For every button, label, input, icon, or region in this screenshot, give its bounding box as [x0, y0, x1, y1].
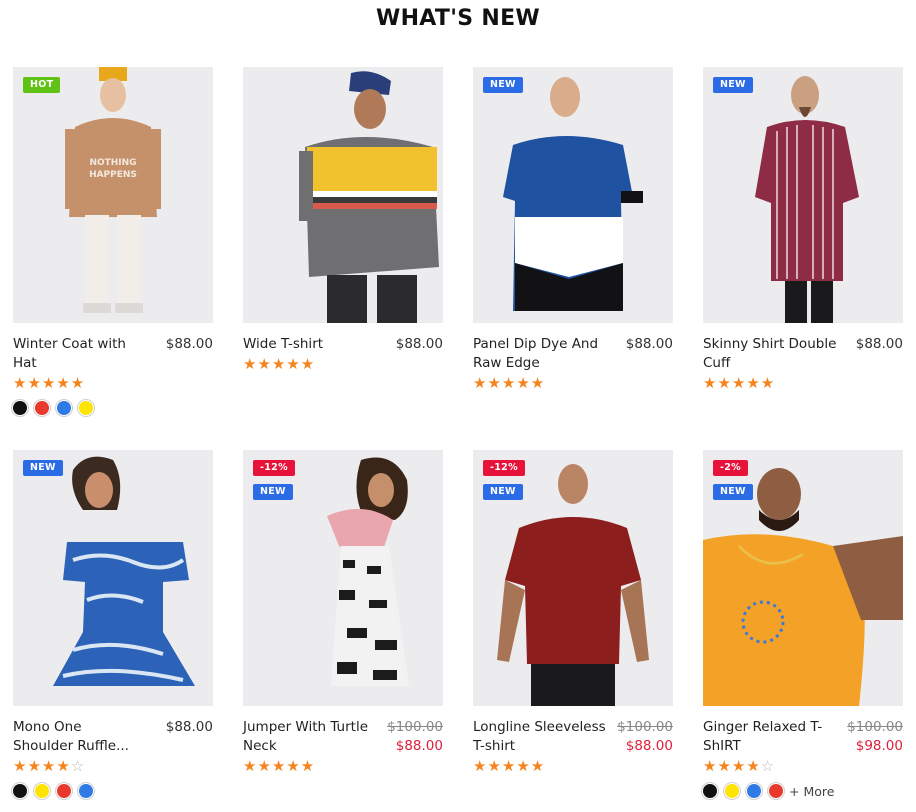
discount-badge: -12%: [483, 460, 525, 476]
product-card[interactable]: NEW Skinny Shirt Double Cuff $88.00 ★★★★…: [703, 67, 903, 391]
swatch-yellow[interactable]: [79, 401, 93, 415]
swatch-yellow[interactable]: [725, 784, 739, 798]
rating-stars: ★★★★☆: [703, 757, 776, 775]
swatch-yellow[interactable]: [35, 784, 49, 798]
swatch-red[interactable]: [35, 401, 49, 415]
model-striped-shirt-illustration: [243, 67, 443, 323]
new-badge: NEW: [483, 484, 523, 500]
swatch-black[interactable]: [703, 784, 717, 798]
rating-stars: ★★★★★: [243, 757, 316, 775]
product-card[interactable]: NEW Mono One Shoulder Ruffle... $88.00 ★…: [13, 450, 213, 800]
swatch-red[interactable]: [769, 784, 783, 798]
color-swatches: + More: [703, 782, 903, 800]
product-name[interactable]: Winter Coat with Hat: [13, 335, 153, 373]
sale-price: $88.00: [625, 738, 673, 754]
rating-stars: ★★★★★: [473, 757, 546, 775]
product-name[interactable]: Ginger Relaxed T-ShIRT: [703, 718, 833, 756]
sale-price: $98.00: [855, 738, 903, 754]
swatch-red[interactable]: [57, 784, 71, 798]
more-colors-link[interactable]: + More: [789, 784, 834, 799]
rating-stars: ★★★★★: [473, 374, 546, 392]
product-name[interactable]: Skinny Shirt Double Cuff: [703, 335, 843, 373]
swatch-blue[interactable]: [747, 784, 761, 798]
product-price: $88.00: [625, 336, 673, 352]
model-tie-dye-dress-illustration: [13, 450, 213, 706]
model-hoodie-illustration: NOTHING HAPPENS: [13, 67, 213, 323]
new-badge: NEW: [253, 484, 293, 500]
product-price: $88.00: [165, 719, 213, 735]
color-swatches: [13, 782, 213, 800]
new-badge: NEW: [23, 460, 63, 476]
discount-badge: -12%: [253, 460, 295, 476]
swatch-black[interactable]: [13, 401, 27, 415]
rating-stars: ★★★★☆: [13, 757, 86, 775]
product-card[interactable]: -2% NEW Ginger Relaxed T-ShIRT $100.00 $…: [703, 450, 903, 800]
discount-badge: -2%: [713, 460, 748, 476]
original-price: $100.00: [847, 719, 903, 735]
original-price: $100.00: [387, 719, 443, 735]
product-image[interactable]: NEW: [13, 450, 213, 706]
svg-text:HAPPENS: HAPPENS: [89, 170, 137, 180]
product-card[interactable]: -12% NEW Longline Sleeveless T-shirt $10…: [473, 450, 673, 774]
product-card[interactable]: NEW Panel Dip Dye And Raw Edge $88.00 ★★…: [473, 67, 673, 391]
product-card[interactable]: Wide T-shirt $88.00 ★★★★★: [243, 67, 443, 372]
model-striped-shirt-red-illustration: [703, 67, 903, 323]
product-name[interactable]: Longline Sleeveless T-shirt: [473, 718, 613, 756]
rating-stars: ★★★★★: [13, 374, 86, 392]
section-title: WHAT'S NEW: [376, 6, 540, 31]
product-image[interactable]: NEW: [473, 67, 673, 323]
product-image[interactable]: -12% NEW: [473, 450, 673, 706]
svg-text:NOTHING: NOTHING: [89, 158, 136, 168]
product-name[interactable]: Panel Dip Dye And Raw Edge: [473, 335, 613, 373]
product-card[interactable]: -12% NEW Jumper With Turtle Neck $100.00…: [243, 450, 443, 774]
product-image[interactable]: -2% NEW: [703, 450, 903, 706]
new-badge: NEW: [483, 77, 523, 93]
product-card[interactable]: NOTHING HAPPENS HOT Winter Coat with Hat…: [13, 67, 213, 417]
product-price: $88.00: [395, 336, 443, 352]
new-badge: NEW: [713, 484, 753, 500]
product-price: $88.00: [855, 336, 903, 352]
color-swatches: [13, 399, 213, 417]
swatch-black[interactable]: [13, 784, 27, 798]
swatch-blue[interactable]: [79, 784, 93, 798]
swatch-blue[interactable]: [57, 401, 71, 415]
product-image[interactable]: NOTHING HAPPENS HOT: [13, 67, 213, 323]
product-name[interactable]: Jumper With Turtle Neck: [243, 718, 383, 756]
product-image[interactable]: -12% NEW: [243, 450, 443, 706]
sale-price: $88.00: [395, 738, 443, 754]
original-price: $100.00: [617, 719, 673, 735]
model-panel-tee-illustration: [473, 67, 673, 323]
product-name[interactable]: Wide T-shirt: [243, 335, 383, 354]
product-image[interactable]: [243, 67, 443, 323]
product-image[interactable]: NEW: [703, 67, 903, 323]
product-name[interactable]: Mono One Shoulder Ruffle...: [13, 718, 143, 756]
new-badge: NEW: [713, 77, 753, 93]
hot-badge: HOT: [23, 77, 61, 93]
product-price: $88.00: [165, 336, 213, 352]
rating-stars: ★★★★★: [703, 374, 776, 392]
